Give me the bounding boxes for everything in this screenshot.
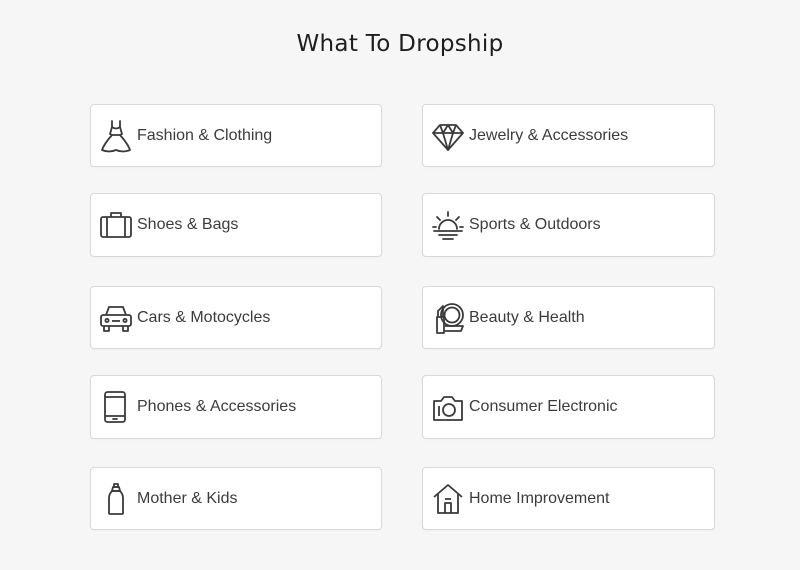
car-icon: [99, 300, 133, 336]
category-label: Sports & Outdoors: [469, 216, 601, 233]
category-card-cars-motocycles[interactable]: Cars & Motocycles: [90, 286, 382, 349]
category-label: Home Improvement: [469, 489, 610, 507]
category-label: Fashion & Clothing: [137, 126, 273, 144]
camera-icon: [431, 389, 465, 425]
category-card-sports-outdoors[interactable]: Sports & Outdoors: [422, 193, 715, 257]
category-label: Mother & Kids: [137, 489, 238, 507]
category-label: Jewelry & Accessories: [469, 126, 629, 144]
baby-bottle-icon: [99, 481, 133, 517]
category-card-home-improvement[interactable]: Home Improvement: [422, 467, 715, 530]
mirror-lipstick-icon: [431, 300, 465, 336]
suitcase-icon: [99, 207, 133, 243]
phone-icon: [99, 389, 133, 425]
category-card-shoes-bags[interactable]: Shoes & Bags: [90, 193, 382, 257]
dress-icon: [99, 118, 133, 154]
category-card-fashion-clothing[interactable]: Fashion & Clothing: [90, 104, 382, 167]
category-label: Phones & Accessories: [137, 398, 297, 415]
category-label: Beauty & Health: [469, 308, 585, 326]
category-label: Shoes & Bags: [137, 216, 239, 233]
category-card-consumer-electronic[interactable]: Consumer Electronic: [422, 375, 715, 439]
category-label: Cars & Motocycles: [137, 308, 271, 326]
sunrise-icon: [431, 207, 465, 243]
category-card-phones-accessories[interactable]: Phones & Accessories: [90, 375, 382, 439]
category-label: Consumer Electronic: [469, 398, 618, 415]
category-card-jewelry-accessories[interactable]: Jewelry & Accessories: [422, 104, 715, 167]
page-title: What To Dropship: [296, 31, 504, 57]
category-card-mother-kids[interactable]: Mother & Kids: [90, 467, 382, 530]
house-icon: [431, 481, 465, 517]
diamond-icon: [431, 118, 465, 154]
category-card-beauty-health[interactable]: Beauty & Health: [422, 286, 715, 349]
